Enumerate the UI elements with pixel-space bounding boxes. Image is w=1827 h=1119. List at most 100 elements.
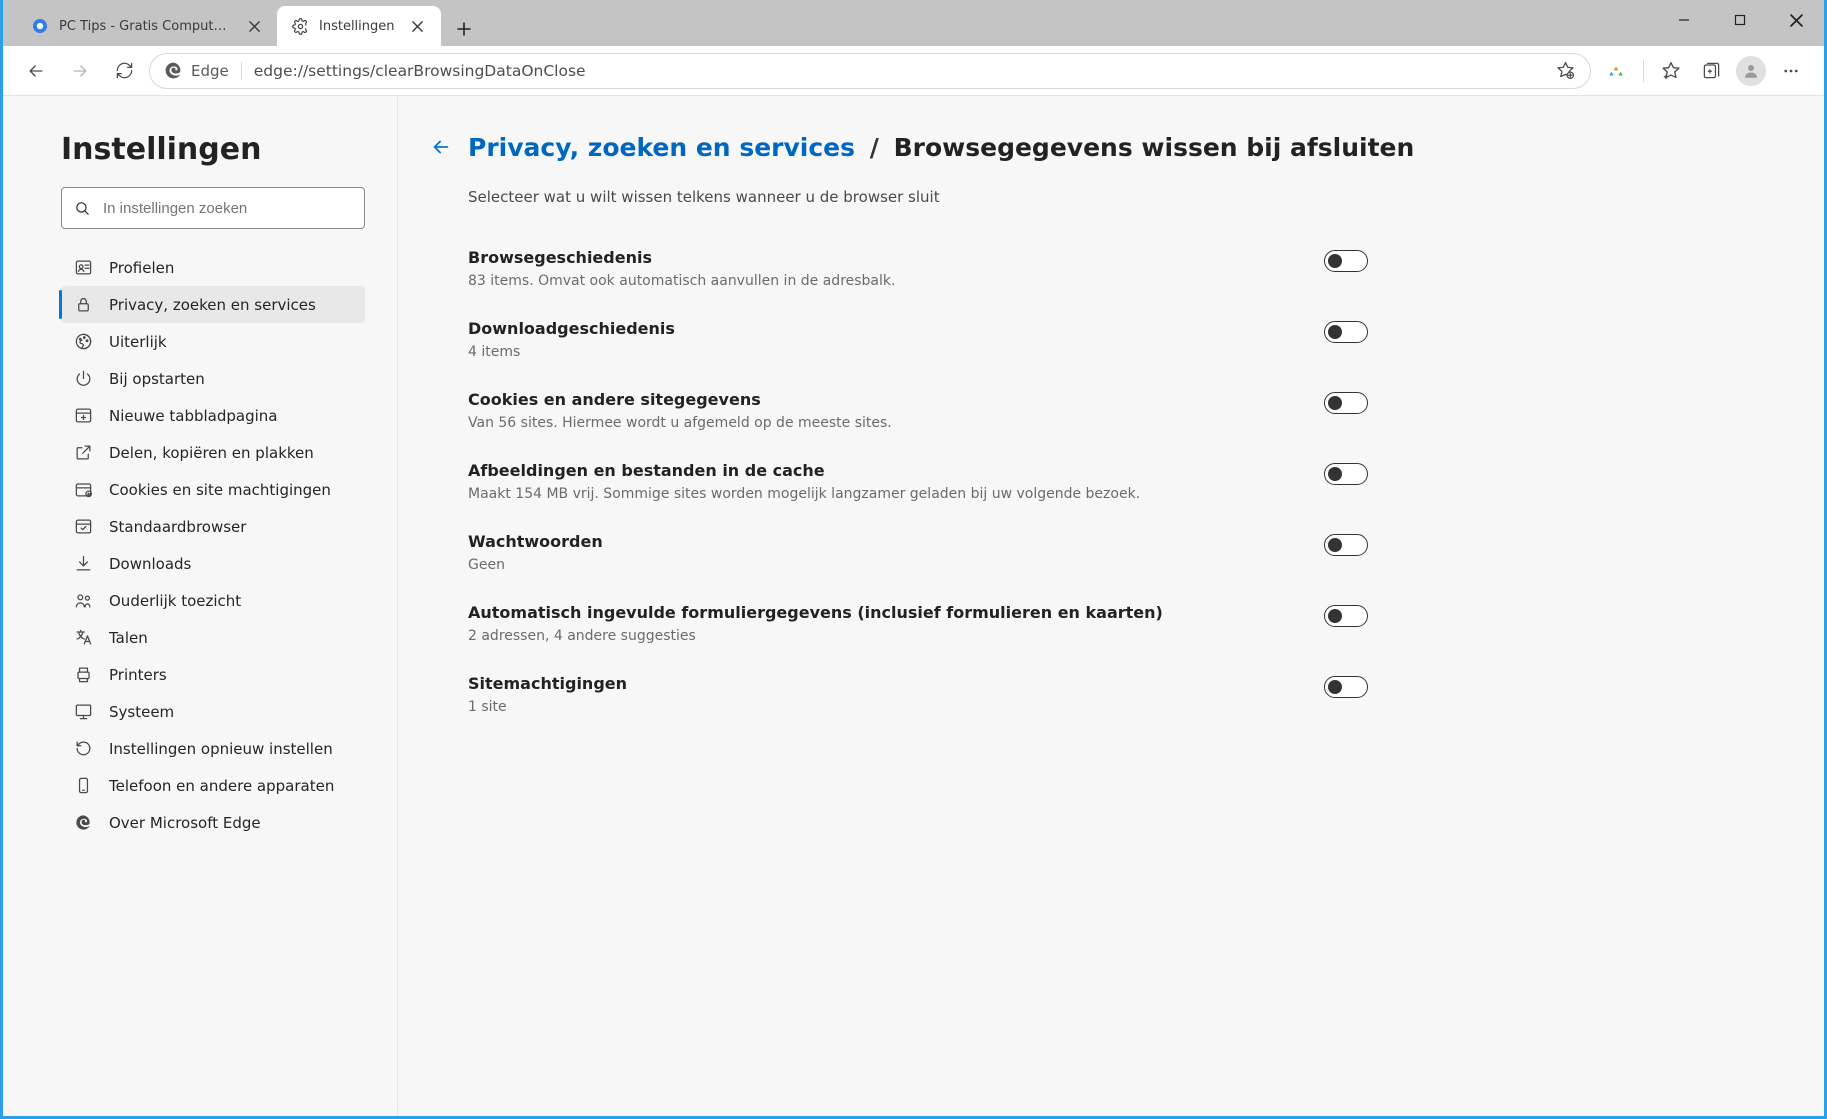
sidebar-item-label: Privacy, zoeken en services bbox=[109, 296, 316, 314]
sidebar-item-bij-opstarten[interactable]: Bij opstarten bbox=[61, 360, 365, 397]
close-window-button[interactable] bbox=[1768, 0, 1824, 40]
close-tab-icon[interactable] bbox=[241, 13, 267, 39]
page-heading-row: Privacy, zoeken en services / Browsegege… bbox=[426, 132, 1784, 162]
setting-text: Browsegeschiedenis83 items. Omvat ook au… bbox=[468, 248, 895, 289]
setting-toggle[interactable] bbox=[1324, 463, 1368, 485]
add-favorite-icon[interactable] bbox=[1550, 56, 1580, 86]
search-icon bbox=[74, 200, 91, 217]
sidebar-item-nieuwe-tabbladpagina[interactable]: Nieuwe tabbladpagina bbox=[61, 397, 365, 434]
setting-title: Browsegeschiedenis bbox=[468, 248, 895, 267]
setting-description: Geen bbox=[468, 557, 603, 573]
setting-row: Afbeeldingen en bestanden in de cacheMaa… bbox=[468, 449, 1368, 520]
family-icon bbox=[73, 591, 93, 611]
tab-title: PC Tips - Gratis Computer Tips, i bbox=[59, 19, 231, 34]
separator bbox=[1643, 60, 1644, 82]
breadcrumb-back-button[interactable] bbox=[426, 132, 456, 162]
setting-text: Sitemachtigingen1 site bbox=[468, 674, 627, 715]
edge-logo-icon bbox=[164, 61, 183, 80]
setting-title: Wachtwoorden bbox=[468, 532, 603, 551]
favorites-icon[interactable] bbox=[1652, 52, 1690, 90]
settings-main: Privacy, zoeken en services / Browsegege… bbox=[398, 96, 1824, 1116]
settings-sidebar: Instellingen ProfielenPrivacy, zoeken en… bbox=[3, 96, 398, 1116]
reload-button[interactable] bbox=[105, 52, 143, 90]
nav-back-button[interactable] bbox=[17, 52, 55, 90]
sidebar-item-cookies-en-site-machtigingen[interactable]: Cookies en site machtigingen bbox=[61, 471, 365, 508]
sidebar-item-label: Telefoon en andere apparaten bbox=[109, 777, 334, 795]
sidebar-item-label: Over Microsoft Edge bbox=[109, 814, 261, 832]
setting-toggle[interactable] bbox=[1324, 534, 1368, 556]
tab-title: Instellingen bbox=[319, 19, 395, 34]
settings-list: Browsegeschiedenis83 items. Omvat ook au… bbox=[468, 236, 1368, 733]
tab-settings[interactable]: Instellingen bbox=[277, 6, 441, 46]
setting-toggle[interactable] bbox=[1324, 250, 1368, 272]
toolbar-right-group bbox=[1597, 52, 1810, 90]
setting-title: Automatisch ingevulde formuliergegevens … bbox=[468, 603, 1163, 622]
new-tab-icon bbox=[73, 406, 93, 426]
tab-pc-tips[interactable]: PC Tips - Gratis Computer Tips, i bbox=[17, 6, 277, 46]
sidebar-item-printers[interactable]: Printers bbox=[61, 656, 365, 693]
maximize-button[interactable] bbox=[1712, 0, 1768, 40]
setting-text: Cookies en andere sitegegevensVan 56 sit… bbox=[468, 390, 892, 431]
sidebar-item-systeem[interactable]: Systeem bbox=[61, 693, 365, 730]
sidebar-item-label: Nieuwe tabbladpagina bbox=[109, 407, 278, 425]
setting-text: Afbeeldingen en bestanden in de cacheMaa… bbox=[468, 461, 1140, 502]
edge-logo-icon bbox=[73, 813, 93, 833]
setting-toggle[interactable] bbox=[1324, 392, 1368, 414]
breadcrumb-current: Browsegegevens wissen bij afsluiten bbox=[894, 133, 1415, 162]
setting-row: Downloadgeschiedenis4 items bbox=[468, 307, 1368, 378]
setting-description: 1 site bbox=[468, 699, 627, 715]
sidebar-item-label: Profielen bbox=[109, 259, 174, 277]
setting-description: 2 adressen, 4 andere suggesties bbox=[468, 628, 1163, 644]
sidebar-item-label: Cookies en site machtigingen bbox=[109, 481, 331, 499]
sidebar-item-telefoon-en-andere-apparaten[interactable]: Telefoon en andere apparaten bbox=[61, 767, 365, 804]
address-bar[interactable]: Edge edge://settings/clearBrowsingDataOn… bbox=[149, 53, 1591, 89]
page-heading: Privacy, zoeken en services / Browsegege… bbox=[468, 133, 1414, 162]
printer-icon bbox=[73, 665, 93, 685]
url-text: edge://settings/clearBrowsingDataOnClose bbox=[254, 62, 1538, 80]
paint-icon bbox=[73, 332, 93, 352]
sidebar-item-talen[interactable]: Talen bbox=[61, 619, 365, 656]
sidebar-item-label: Instellingen opnieuw instellen bbox=[109, 740, 333, 758]
sidebar-item-downloads[interactable]: Downloads bbox=[61, 545, 365, 582]
settings-search[interactable] bbox=[61, 187, 365, 229]
more-menu-button[interactable] bbox=[1772, 52, 1810, 90]
close-tab-icon[interactable] bbox=[405, 13, 431, 39]
extensions-icon[interactable] bbox=[1597, 52, 1635, 90]
sidebar-item-label: Standaardbrowser bbox=[109, 518, 246, 536]
nav-forward-button[interactable] bbox=[61, 52, 99, 90]
tab-strip: PC Tips - Gratis Computer Tips, i Instel… bbox=[3, 0, 481, 46]
system-icon bbox=[73, 702, 93, 722]
sidebar-item-label: Ouderlijk toezicht bbox=[109, 592, 241, 610]
setting-toggle[interactable] bbox=[1324, 605, 1368, 627]
avatar-icon bbox=[1736, 56, 1766, 86]
sidebar-item-label: Uiterlijk bbox=[109, 333, 167, 351]
sidebar-item-instellingen-opnieuw-instellen[interactable]: Instellingen opnieuw instellen bbox=[61, 730, 365, 767]
setting-row: Browsegeschiedenis83 items. Omvat ook au… bbox=[468, 236, 1368, 307]
profile-avatar[interactable] bbox=[1732, 52, 1770, 90]
sidebar-item-ouderlijk-toezicht[interactable]: Ouderlijk toezicht bbox=[61, 582, 365, 619]
new-tab-button[interactable] bbox=[447, 12, 481, 46]
setting-title: Cookies en andere sitegegevens bbox=[468, 390, 892, 409]
setting-row: Sitemachtigingen1 site bbox=[468, 662, 1368, 733]
cookie-icon bbox=[73, 480, 93, 500]
browser-window: PC Tips - Gratis Computer Tips, i Instel… bbox=[0, 0, 1827, 1119]
default-browser-icon bbox=[73, 517, 93, 537]
breadcrumb-parent-link[interactable]: Privacy, zoeken en services bbox=[468, 133, 855, 162]
page-subtext: Selecteer wat u wilt wissen telkens wann… bbox=[468, 188, 1784, 206]
toolbar: Edge edge://settings/clearBrowsingDataOn… bbox=[3, 46, 1824, 96]
sidebar-item-standaardbrowser[interactable]: Standaardbrowser bbox=[61, 508, 365, 545]
sidebar-item-delen-kopi-ren-en-plakken[interactable]: Delen, kopiëren en plakken bbox=[61, 434, 365, 471]
sidebar-item-label: Talen bbox=[109, 629, 148, 647]
sidebar-item-privacy-zoeken-en-services[interactable]: Privacy, zoeken en services bbox=[61, 286, 365, 323]
sidebar-item-label: Downloads bbox=[109, 555, 191, 573]
collections-icon[interactable] bbox=[1692, 52, 1730, 90]
setting-toggle[interactable] bbox=[1324, 321, 1368, 343]
sidebar-item-uiterlijk[interactable]: Uiterlijk bbox=[61, 323, 365, 360]
settings-search-input[interactable] bbox=[103, 200, 352, 217]
sidebar-item-over-microsoft-edge[interactable]: Over Microsoft Edge bbox=[61, 804, 365, 841]
sidebar-item-label: Delen, kopiëren en plakken bbox=[109, 444, 314, 462]
minimize-button[interactable] bbox=[1656, 0, 1712, 40]
setting-toggle[interactable] bbox=[1324, 676, 1368, 698]
sidebar-item-profielen[interactable]: Profielen bbox=[61, 249, 365, 286]
share-icon bbox=[73, 443, 93, 463]
